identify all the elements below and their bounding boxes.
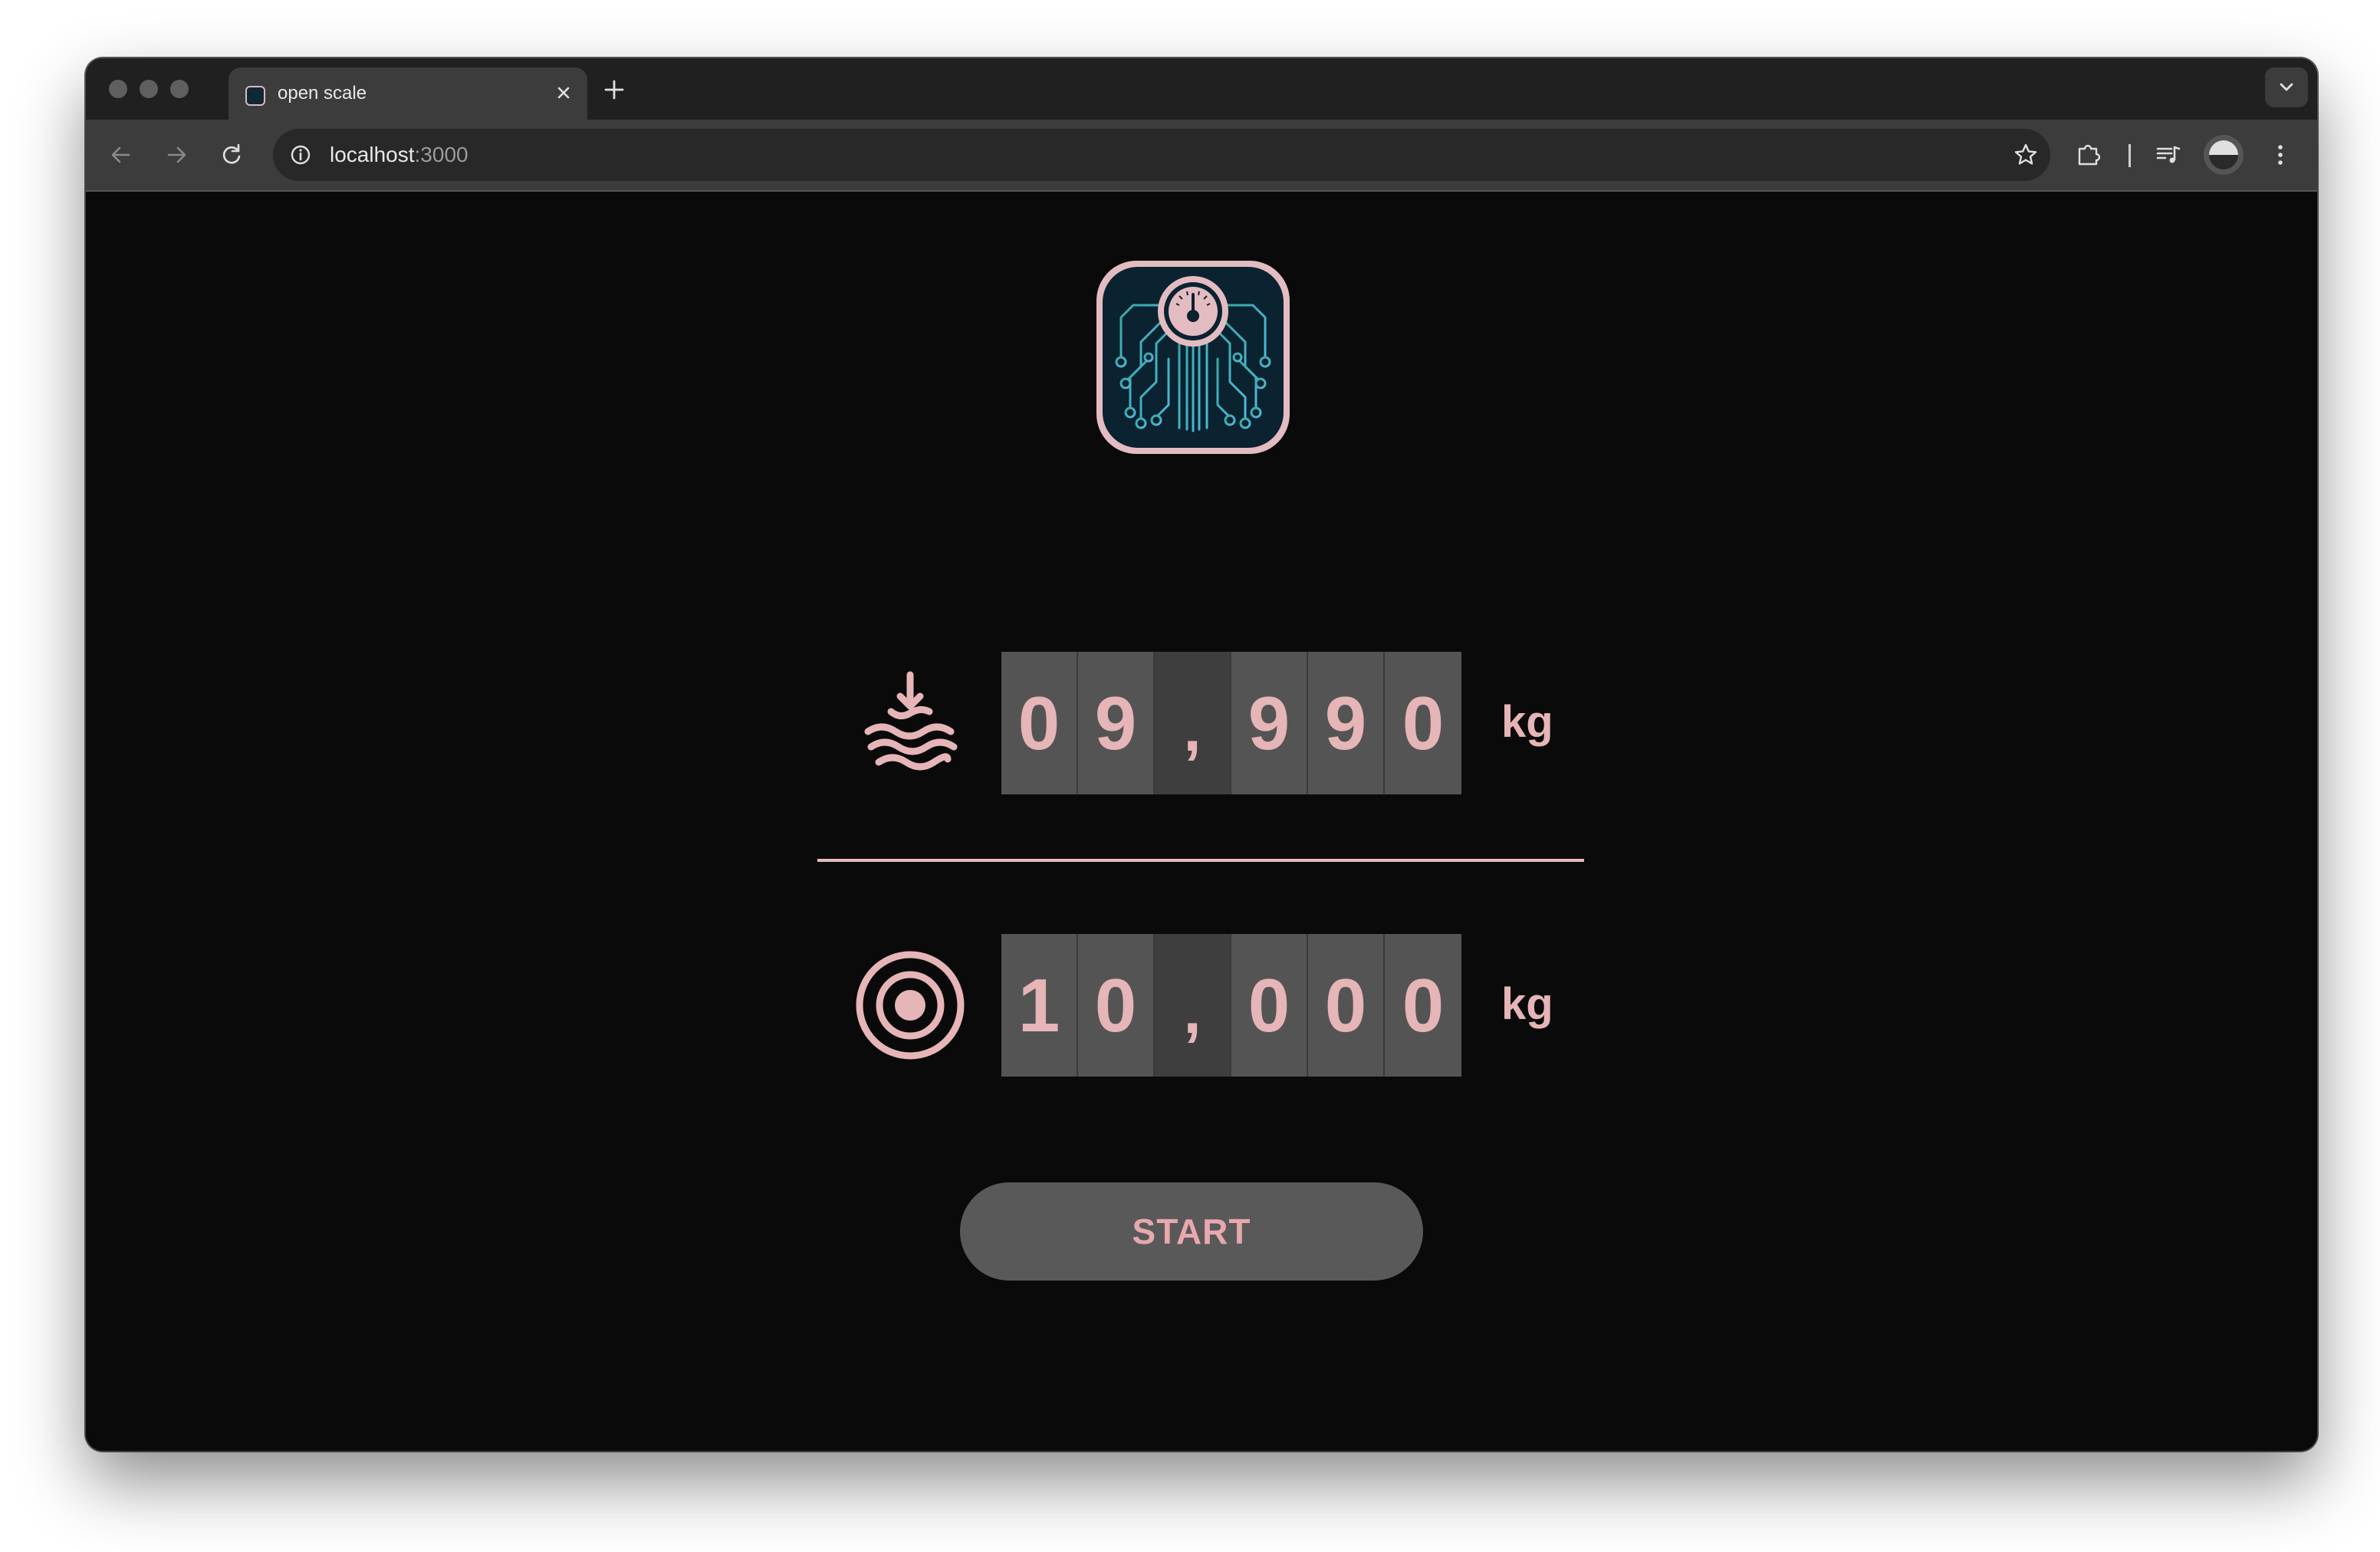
odometer-digit: 9 (1231, 652, 1308, 794)
odometer-digit: 0 (1001, 652, 1078, 794)
target-weight-odometer: 1 0 , 0 0 0 (1001, 934, 1466, 1077)
profile-avatar[interactable] (2204, 135, 2244, 175)
odometer-digit: 0 (1385, 934, 1461, 1077)
target-weight-row: 1 0 , 0 0 0 kg (86, 934, 2317, 1077)
tab-open-scale[interactable]: open scale (228, 67, 587, 120)
new-tab-plus-icon[interactable] (600, 75, 629, 104)
window-minimize-dot[interactable] (140, 80, 158, 98)
tab-title: open scale (278, 83, 367, 104)
odometer-digit: 0 (1385, 652, 1461, 794)
odometer-digit: 0 (1078, 934, 1155, 1077)
url-port: :3000 (414, 143, 468, 166)
site-info-icon[interactable] (287, 141, 314, 169)
tab-favicon-icon (245, 86, 265, 106)
target-icon (856, 951, 965, 1060)
target-weight-unit: kg (1501, 979, 1553, 1029)
page-content: 0 9 , 9 9 0 kg 1 0 , 0 0 0 kg START (86, 192, 2317, 1451)
weight-down-waves-icon (864, 671, 958, 771)
circuit-scale-logo-icon (1115, 276, 1271, 432)
url-host: localhost (330, 143, 415, 166)
window-maximize-dot[interactable] (170, 80, 189, 98)
window-close-dot[interactable] (109, 80, 127, 98)
close-icon[interactable] (551, 80, 577, 106)
extensions-puzzle-icon[interactable] (2072, 138, 2106, 172)
app-logo (1096, 261, 1290, 454)
kebab-menu-icon[interactable] (2263, 138, 2297, 172)
url-text[interactable]: localhost:3000 (330, 142, 468, 168)
odometer-digit: 0 (1231, 934, 1308, 1077)
tab-search-button[interactable] (2265, 67, 2308, 107)
chevron-down-icon (2280, 83, 2293, 91)
current-weight-unit: kg (1501, 697, 1553, 747)
address-bar[interactable]: localhost:3000 (273, 129, 2050, 181)
media-playlist-icon[interactable] (2152, 138, 2185, 172)
current-weight-odometer: 0 9 , 9 9 0 (1001, 652, 1466, 794)
bookmark-star-icon[interactable] (2010, 140, 2041, 170)
current-weight-row: 0 9 , 9 9 0 kg (86, 652, 2317, 794)
browser-window: open scale localhost:3000 0 9 , 9 9 0 kg… (86, 58, 2317, 1451)
odometer-digit: 0 (1308, 934, 1385, 1077)
forward-arrow-icon[interactable] (159, 138, 193, 172)
toolbar-separator (2129, 144, 2131, 167)
odometer-digit: 9 (1308, 652, 1385, 794)
odometer-separator: , (1155, 934, 1231, 1077)
odometer-separator: , (1155, 652, 1231, 794)
odometer-digit: 9 (1078, 652, 1155, 794)
back-arrow-icon[interactable] (104, 138, 138, 172)
reload-icon[interactable] (215, 138, 248, 172)
divider-line (817, 859, 1584, 862)
tab-strip: open scale (86, 58, 2317, 120)
browser-toolbar: localhost:3000 (86, 120, 2317, 192)
start-button[interactable]: START (960, 1182, 1423, 1281)
odometer-digit: 1 (1001, 934, 1078, 1077)
